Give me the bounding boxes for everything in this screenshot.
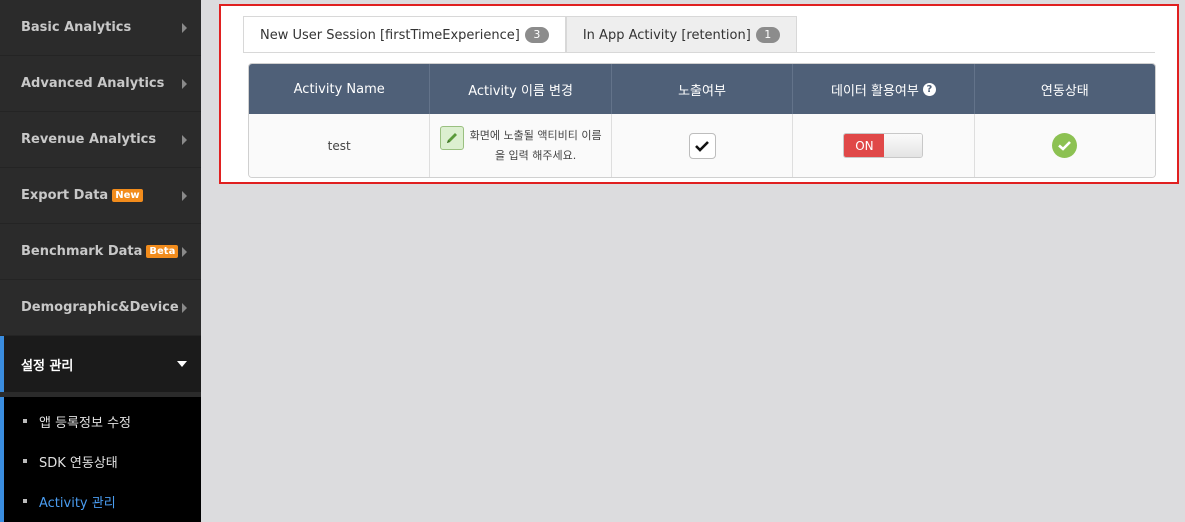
- activity-name-cell: test: [249, 114, 431, 177]
- sidebar-item-export-data[interactable]: Export Data New: [0, 168, 201, 224]
- sidebar-item-benchmark-data[interactable]: Benchmark Data Beta: [0, 224, 201, 280]
- tab-divider: [243, 52, 1155, 53]
- chevron-right-icon: [182, 190, 187, 201]
- sidebar-item-label: Benchmark Data: [21, 244, 143, 259]
- sidebar-item-label: Basic Analytics: [21, 20, 132, 35]
- table-row: test 화면에 노출될 액티비티 이름 을 입력 해주세요. ON: [249, 114, 1155, 177]
- rename-cell: 화면에 노출될 액티비티 이름 을 입력 해주세요.: [430, 114, 612, 177]
- toggle-on-label: ON: [844, 134, 885, 157]
- column-header-status: 연동상태: [1040, 83, 1089, 99]
- sidebar-item-revenue-analytics[interactable]: Revenue Analytics: [0, 112, 201, 168]
- help-icon[interactable]: ?: [922, 82, 936, 96]
- column-header-activity-name: Activity Name: [249, 64, 431, 114]
- chevron-right-icon: [182, 246, 187, 257]
- column-header-rename: Activity 이름 변경: [430, 64, 612, 114]
- bullet-icon: [23, 419, 27, 423]
- sidebar-item-label: Demographic&Device: [21, 300, 179, 315]
- table-header: Activity Name Activity 이름 변경 노출여부 데이터 활용…: [249, 64, 1155, 114]
- column-header-data-usage: 데이터 활용여부 ?: [793, 64, 975, 114]
- tab-bar: New User Session [firstTimeExperience] 3…: [243, 16, 797, 54]
- exposure-checkbox[interactable]: [688, 132, 716, 159]
- bullet-icon: [23, 499, 27, 503]
- tab-label: New User Session [firstTimeExperience]: [260, 27, 520, 43]
- submenu-item-activity[interactable]: Activity 관리: [4, 481, 201, 521]
- new-badge: New: [112, 189, 143, 202]
- sidebar-item-settings[interactable]: 설정 관리: [0, 336, 201, 392]
- column-header-exposure: 노출여부: [612, 64, 794, 114]
- sidebar-item-basic-analytics[interactable]: Basic Analytics: [0, 0, 201, 56]
- status-cell: [975, 114, 1155, 177]
- toggle-knob: [884, 134, 923, 157]
- submenu-item-label: 앱 등록정보 수정: [39, 415, 131, 431]
- pencil-icon[interactable]: [439, 125, 464, 150]
- check-circle-icon: [1052, 133, 1078, 158]
- submenu-item-app-info[interactable]: 앱 등록정보 수정: [4, 401, 201, 441]
- sidebar-item-demographic-device[interactable]: Demographic&Device: [0, 280, 201, 336]
- activity-table: Activity Name Activity 이름 변경 노출여부 데이터 활용…: [248, 63, 1156, 178]
- checkmark-icon: [695, 140, 709, 152]
- activity-panel: New User Session [firstTimeExperience] 3…: [219, 4, 1179, 184]
- sidebar-item-label: Export Data: [21, 188, 109, 203]
- tab-count-badge: 1: [755, 27, 780, 43]
- chevron-right-icon: [182, 302, 187, 313]
- data-usage-cell: ON: [793, 114, 975, 177]
- sidebar-item-label: Revenue Analytics: [21, 132, 157, 147]
- sidebar-item-label: 설정 관리: [21, 358, 74, 374]
- sidebar: Basic Analytics Advanced Analytics Reven…: [0, 0, 201, 522]
- chevron-right-icon: [182, 78, 187, 89]
- sidebar-item-advanced-analytics[interactable]: Advanced Analytics: [0, 56, 201, 112]
- chevron-down-icon: [177, 361, 187, 367]
- submenu-item-label: SDK 연동상태: [39, 455, 118, 471]
- tab-new-user-session[interactable]: New User Session [firstTimeExperience] 3: [243, 16, 566, 53]
- rename-hint-line: 을 입력 해주세요.: [494, 148, 577, 162]
- beta-badge: Beta: [146, 245, 179, 258]
- rename-hint-line: 화면에 노출될 액티비티 이름: [469, 128, 602, 142]
- exposure-cell: [612, 114, 794, 177]
- rename-hint: 화면에 노출될 액티비티 이름 을 입력 해주세요.: [470, 126, 602, 166]
- data-usage-toggle[interactable]: ON: [843, 133, 924, 158]
- tab-label: In App Activity [retention]: [582, 27, 751, 43]
- tab-in-app-activity[interactable]: In App Activity [retention] 1: [565, 16, 797, 53]
- submenu-item-label: Activity 관리: [39, 495, 116, 511]
- bullet-icon: [23, 459, 27, 463]
- settings-submenu: 앱 등록정보 수정 SDK 연동상태 Activity 관리: [0, 397, 201, 522]
- submenu-item-sdk-status[interactable]: SDK 연동상태: [4, 441, 201, 481]
- column-header-label: 데이터 활용여부: [830, 83, 919, 99]
- chevron-right-icon: [182, 22, 187, 33]
- tab-count-badge: 3: [524, 27, 549, 43]
- sidebar-item-label: Advanced Analytics: [21, 76, 165, 91]
- chevron-right-icon: [182, 134, 187, 145]
